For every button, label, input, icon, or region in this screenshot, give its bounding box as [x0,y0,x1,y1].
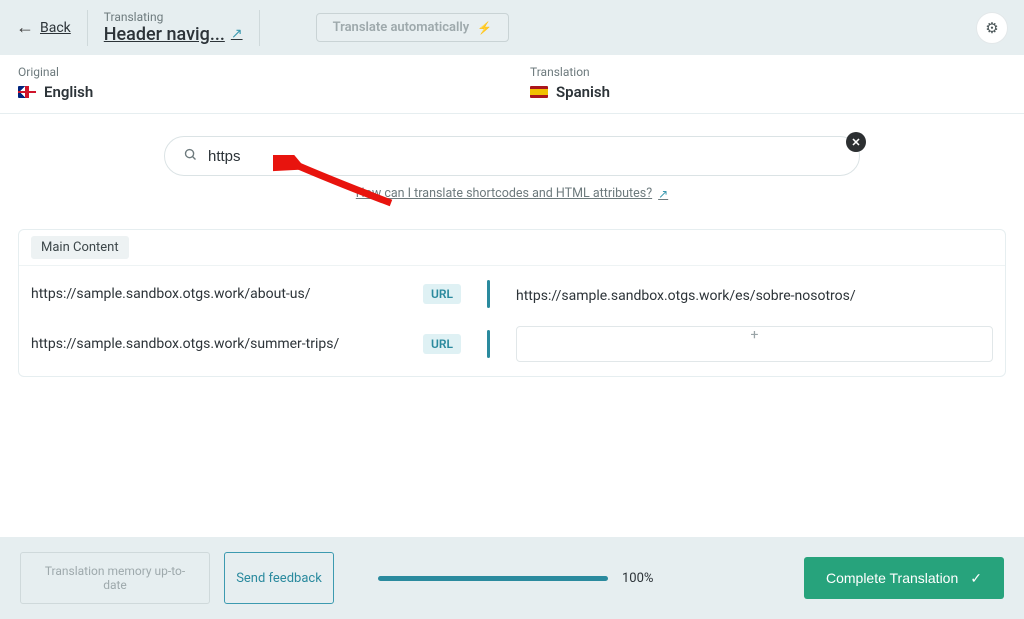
original-label: Original [18,65,494,79]
separator [87,10,88,46]
target-input-empty[interactable]: + [516,326,993,362]
search-pill [164,136,860,176]
source-cell[interactable]: https://sample.sandbox.otgs.work/summer-… [31,334,461,354]
translation-language: Spanish [530,83,1006,101]
help-link-text: How can I translate shortcodes and HTML … [356,186,652,201]
translation-label: Translation [530,65,1006,79]
original-language-name: English [44,83,93,101]
separator [259,10,260,46]
progress-area: 100% [348,571,790,586]
url-chip: URL [423,284,461,304]
translate-automatically-button[interactable]: Translate automatically ⚡ [316,13,510,42]
top-bar: ← Back Translating Header navig... ↗ Tra… [0,0,1024,55]
target-cell: + [516,326,993,362]
check-icon: ✓ [970,570,982,587]
tm-status-text: Translation memory up-to-date [37,564,193,592]
content-panel: Main Content https://sample.sandbox.otgs… [18,229,1006,377]
back-button[interactable]: ← Back [16,19,71,37]
url-chip: URL [423,334,461,354]
back-label: Back [40,20,71,36]
help-link[interactable]: How can I translate shortcodes and HTML … [356,186,668,201]
spain-flag-icon [530,86,548,98]
translating-status: Translating [104,10,243,24]
send-feedback-button[interactable]: Send feedback [224,552,334,604]
settings-button[interactable]: ⚙ [976,12,1008,44]
target-url: https://sample.sandbox.otgs.work/es/sobr… [516,288,856,304]
title-text: Header navig... [104,24,225,46]
source-url: https://sample.sandbox.otgs.work/summer-… [31,336,415,352]
external-link-icon: ↗ [231,26,243,43]
translation-language-column: Translation Spanish [512,55,1024,113]
source-cell[interactable]: https://sample.sandbox.otgs.work/about-u… [31,284,461,304]
search-icon [183,147,198,166]
row-separator [487,330,490,358]
clear-search-button[interactable]: ✕ [846,132,866,152]
translation-row: https://sample.sandbox.otgs.work/about-u… [19,266,1005,322]
feedback-label: Send feedback [236,571,322,586]
search-input[interactable] [208,148,841,165]
section-badge: Main Content [31,236,129,259]
bottom-bar: Translation memory up-to-date Send feedb… [0,537,1024,619]
original-language-column: Original English [0,55,512,113]
translation-language-name: Spanish [556,83,610,101]
panel-header: Main Content [19,230,1005,266]
bolt-icon: ⚡ [477,21,492,35]
uk-flag-icon [18,86,36,98]
translation-row: https://sample.sandbox.otgs.work/summer-… [19,322,1005,376]
target-cell[interactable]: https://sample.sandbox.otgs.work/es/sobr… [516,285,993,304]
translation-memory-status: Translation memory up-to-date [20,552,210,604]
title-block: Translating Header navig... ↗ [104,10,243,46]
language-header: Original English Translation Spanish [0,55,1024,114]
page-title[interactable]: Header navig... ↗ [104,24,243,46]
close-icon: ✕ [851,136,860,149]
gear-icon: ⚙ [985,19,998,37]
row-separator [487,280,490,308]
progress-percent: 100% [622,571,653,586]
complete-label: Complete Translation [826,570,958,586]
arrow-left-icon: ← [16,19,34,37]
original-language: English [18,83,494,101]
source-url: https://sample.sandbox.otgs.work/about-u… [31,286,415,302]
external-link-icon: ↗ [658,187,668,201]
complete-translation-button[interactable]: Complete Translation ✓ [804,557,1004,599]
progress-bar [378,576,608,581]
search-area: ✕ How can I translate shortcodes and HTM… [0,136,1024,201]
auto-translate-label: Translate automatically [333,20,470,35]
